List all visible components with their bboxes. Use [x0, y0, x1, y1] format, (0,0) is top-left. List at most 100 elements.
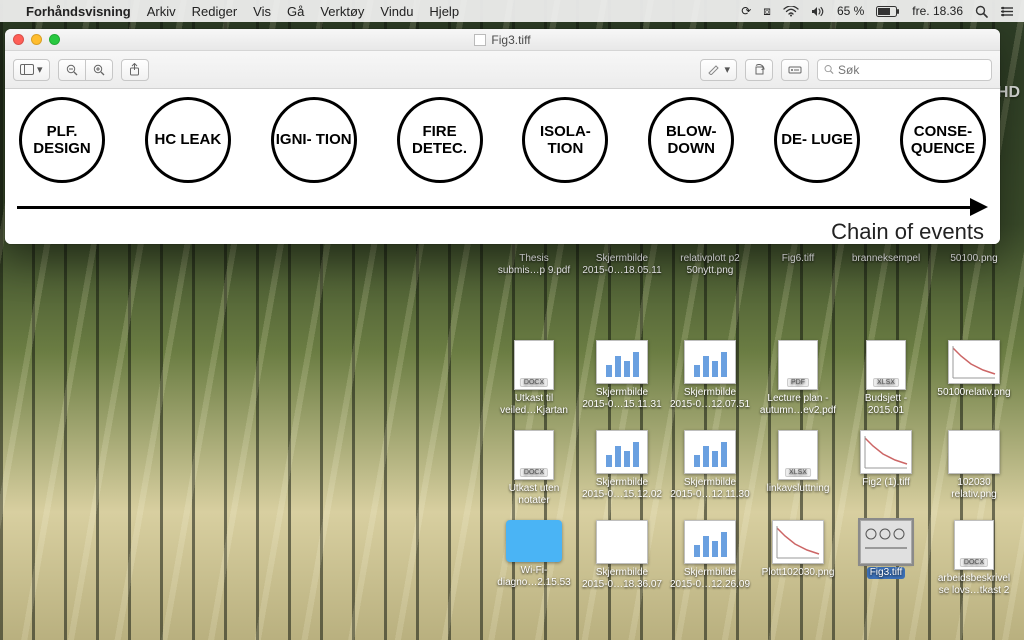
file-label: Fig3.tiff	[867, 567, 906, 579]
desktop-file[interactable]: 102030relativ.png	[932, 428, 1016, 516]
window-minimize-button[interactable]	[31, 34, 42, 45]
search-icon	[824, 64, 834, 75]
file-label: Skjermbilde2015-0…12.26.09	[670, 567, 750, 590]
zoom-out-button[interactable]	[58, 59, 86, 81]
file-thumbnail	[506, 520, 562, 562]
file-thumbnail	[684, 520, 736, 564]
chain-node-ignition: IGNI- TION	[271, 97, 357, 183]
file-label: arbeidsbeskrivelse lovs…tkast 2	[938, 573, 1010, 596]
file-label: Utkast utennotater	[509, 483, 560, 506]
file-label: Skjermbilde2015-0…15.11.31	[582, 387, 661, 410]
chain-caption: Chain of events	[17, 219, 988, 244]
notification-center-icon[interactable]	[1000, 6, 1014, 17]
file-label: 50100.png	[950, 253, 997, 265]
desktop-file[interactable]: XLSX Budsjett -2015.01	[844, 338, 928, 426]
window-close-button[interactable]	[13, 34, 24, 45]
chain-node-hc-leak: HC LEAK	[145, 97, 231, 183]
desktop-file[interactable]: XLSXlinkavsluttning	[756, 428, 840, 516]
file-thumbnail	[596, 430, 648, 474]
menu-hjelp[interactable]: Hjelp	[429, 4, 459, 19]
file-label: linkavsluttning	[767, 483, 830, 495]
desktop-file[interactable]: Skjermbilde2015-0…18.36.07	[580, 518, 664, 606]
bluetooth-icon[interactable]: ⧈	[763, 4, 771, 19]
file-label: Fig6.tiff	[782, 253, 815, 265]
zoom-in-button[interactable]	[85, 59, 113, 81]
file-thumbnail: PDF	[778, 340, 818, 390]
sync-icon[interactable]: ⟳	[741, 4, 751, 18]
battery-icon[interactable]	[876, 6, 900, 17]
window-zoom-button[interactable]	[49, 34, 60, 45]
macos-menubar: Forhåndsvisning Arkiv Rediger Vis Gå Ver…	[0, 0, 1024, 22]
window-titlebar[interactable]: Fig3.tiff	[5, 29, 1000, 51]
file-thumbnail	[860, 430, 912, 474]
file-label: Skjermbilde2015-0…15.12.02	[582, 477, 662, 500]
file-thumbnail: XLSX	[866, 340, 906, 390]
desktop-file[interactable]: Skjermbilde2015-0…18.05.11	[580, 248, 664, 336]
desktop-file[interactable]: DOCX arbeidsbeskrivelse lovs…tkast 2	[932, 518, 1016, 606]
desktop-file[interactable]: PDF Lecture plan -autumn…ev2.pdf	[756, 338, 840, 426]
document-canvas[interactable]: PLF. DESIGN HC LEAK IGNI- TION FIRE DETE…	[5, 89, 1000, 244]
desktop-icons-grid: Thesissubmis…p 9.pdf Skjermbilde2015-0…18…	[480, 248, 1016, 632]
file-label: relativplott p250nytt.png	[680, 253, 739, 276]
volume-icon[interactable]	[811, 6, 825, 17]
share-button[interactable]	[121, 59, 149, 81]
wifi-icon[interactable]	[783, 6, 799, 17]
chain-of-events-row: PLF. DESIGN HC LEAK IGNI- TION FIRE DETE…	[17, 97, 988, 183]
file-thumbnail	[596, 340, 648, 384]
desktop-file[interactable]: Skjermbilde2015-0…15.11.31	[580, 338, 664, 426]
desktop-file[interactable]: Fig3.tiff	[844, 518, 928, 606]
rotate-button[interactable]	[745, 59, 773, 81]
file-thumbnail: DOCX	[954, 520, 994, 570]
file-label: Skjermbilde2015-0…12.11.30	[670, 477, 749, 500]
file-thumbnail	[684, 340, 736, 384]
desktop-file[interactable]: DOCX Utkast tilveiled…Kjartan	[492, 338, 576, 426]
desktop-file[interactable]: Fig2 (1).tiff	[844, 428, 928, 516]
file-label: Lecture plan -autumn…ev2.pdf	[760, 393, 836, 416]
desktop-file[interactable]: Skjermbilde2015-0…15.12.02	[580, 428, 664, 516]
desktop-file[interactable]: relativplott p250nytt.png	[668, 248, 752, 336]
app-name[interactable]: Forhåndsvisning	[26, 4, 131, 19]
menu-verktoy[interactable]: Verktøy	[320, 4, 364, 19]
desktop-file[interactable]: Skjermbilde2015-0…12.26.09	[668, 518, 752, 606]
desktop-file[interactable]: 50100relativ.png	[932, 338, 1016, 426]
markup-button[interactable]	[781, 59, 809, 81]
file-thumbnail	[772, 520, 824, 564]
highlight-button[interactable]: ▾	[700, 59, 737, 81]
file-thumbnail: DOCX	[514, 430, 554, 480]
desktop-file[interactable]: Plott102030.png	[756, 518, 840, 606]
title-file-icon	[474, 34, 486, 46]
menu-vis[interactable]: Vis	[253, 4, 271, 19]
hd-watermark: HD	[997, 84, 1020, 102]
spotlight-icon[interactable]	[975, 5, 988, 18]
file-label: 102030relativ.png	[951, 477, 996, 500]
toolbar-search-field[interactable]	[817, 59, 992, 81]
menubar-clock[interactable]: fre. 18.36	[912, 4, 963, 18]
chain-node-deluge: DE- LUGE	[774, 97, 860, 183]
desktop-file[interactable]: Wi-Fi-diagno…2.15.53	[492, 518, 576, 606]
desktop-file[interactable]: 50100.png	[932, 248, 1016, 336]
chain-node-fire-detec: FIRE DETEC.	[397, 97, 483, 183]
file-thumbnail: DOCX	[514, 340, 554, 390]
file-thumbnail	[596, 520, 648, 564]
file-thumbnail	[948, 430, 1000, 474]
desktop-file[interactable]: Skjermbilde2015-0…12.11.30	[668, 428, 752, 516]
file-label: Wi-Fi-diagno…2.15.53	[497, 565, 570, 588]
desktop-file[interactable]: Skjermbilde2015-0…12.07.51	[668, 338, 752, 426]
file-label: Thesissubmis…p 9.pdf	[498, 253, 570, 276]
menu-ga[interactable]: Gå	[287, 4, 304, 19]
desktop-file[interactable]: branneksempel	[844, 248, 928, 336]
desktop-file[interactable]: Fig6.tiff	[756, 248, 840, 336]
menu-arkiv[interactable]: Arkiv	[147, 4, 176, 19]
desktop-file[interactable]: Thesissubmis…p 9.pdf	[492, 248, 576, 336]
file-label: branneksempel	[852, 253, 920, 265]
menu-rediger[interactable]: Rediger	[192, 4, 238, 19]
file-thumbnail	[948, 340, 1000, 384]
file-label: Skjermbilde2015-0…18.36.07	[582, 567, 662, 590]
menu-vindu[interactable]: Vindu	[380, 4, 413, 19]
file-label: Budsjett -2015.01	[865, 393, 907, 416]
desktop-file[interactable]: DOCX Utkast utennotater	[492, 428, 576, 516]
search-input[interactable]	[838, 63, 985, 77]
preview-toolbar: ▾ ▾	[5, 51, 1000, 89]
file-label: Utkast tilveiled…Kjartan	[500, 393, 568, 416]
sidebar-view-button[interactable]: ▾	[13, 59, 50, 81]
